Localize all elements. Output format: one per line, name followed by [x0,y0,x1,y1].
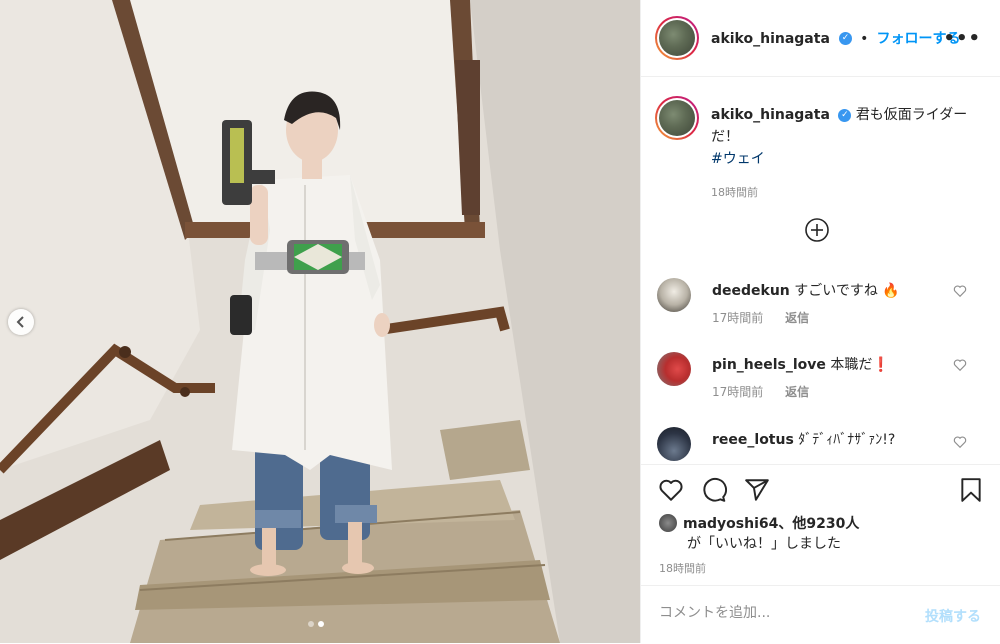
comment-text: 本職だ❗ [830,357,890,373]
carousel-indicator [308,621,324,627]
commenter-avatar[interactable] [657,427,691,461]
more-options-icon[interactable]: ••• [943,28,981,49]
comment-time: 17時間前 [712,311,764,325]
commenter-avatar[interactable] [657,352,691,386]
comment-item: reee_lotus ﾀﾞﾃﾞｨﾊﾞﾅｻﾞｧﾝ!? [657,427,987,463]
carousel-dot [308,621,314,627]
post-time: 18時間前 [659,562,706,575]
author-username[interactable]: akiko_hinagata [711,31,830,47]
comment-form: 投稿する [641,585,1000,644]
caption-hashtag[interactable]: #ウェイ [711,151,765,167]
caption-avatar[interactable] [655,96,699,140]
post-side-panel: akiko_hinagata ✓ • フォローする ••• akiko_hina… [640,0,1000,643]
comment-meta: 17時間前 返信 [712,309,809,326]
reply-button[interactable]: 返信 [785,385,809,399]
post-photo[interactable] [0,0,640,643]
comment-body: deedekun すごいですね 🔥 [712,280,900,300]
carousel-dot-active [318,621,324,627]
heart-icon[interactable] [658,477,684,503]
liker-username[interactable]: madyoshi64 [683,516,778,532]
photo-illustration [0,0,640,643]
chevron-left-icon [16,316,24,328]
likes-separator: 、 [778,516,793,532]
header-separator: • [860,31,869,47]
liker-avatar[interactable] [659,514,677,532]
paper-plane-icon[interactable] [744,477,770,503]
carousel-prev-button[interactable] [8,309,34,335]
comment-input[interactable] [657,604,901,622]
comment-meta: 17時間前 返信 [712,383,809,400]
commenter-username[interactable]: pin_heels_love [712,357,826,373]
comment-text: ﾀﾞﾃﾞｨﾊﾞﾅｻﾞｧﾝ!? [798,432,896,448]
commenter-avatar[interactable] [657,278,691,312]
load-more-comments-button[interactable] [805,218,829,242]
author-avatar[interactable] [655,16,699,60]
caption-time: 18時間前 [711,186,758,199]
comment-body: pin_heels_love 本職だ❗ [712,354,890,374]
verified-badge-icon: ✓ [838,108,852,122]
caption-body: akiko_hinagata ✓ 君も仮面ライダーだ！ #ウェイ 18時間前 [711,104,971,204]
caption-username[interactable]: akiko_hinagata [711,107,830,123]
reply-button[interactable]: 返信 [785,311,809,325]
comment-icon[interactable] [701,477,727,503]
post-header: akiko_hinagata ✓ • フォローする ••• [641,0,1000,77]
heart-icon[interactable] [953,284,967,298]
post-comment-button[interactable]: 投稿する [925,606,981,626]
commenter-username[interactable]: deedekun [712,283,790,299]
action-bar [641,464,1000,502]
commenter-username[interactable]: reee_lotus [712,432,794,448]
heart-icon[interactable] [953,358,967,372]
comment-time: 17時間前 [712,385,764,399]
heart-icon[interactable] [953,435,967,449]
comment-text: すごいですね 🔥 [794,283,900,299]
likes-suffix: が「いいね！」しました [687,536,841,552]
bookmark-icon[interactable] [958,477,984,503]
verified-badge-icon: ✓ [839,32,852,45]
comment-body: reee_lotus ﾀﾞﾃﾞｨﾊﾞﾅｻﾞｧﾝ!? [712,429,895,449]
likes-count[interactable]: 他9230人 [792,516,859,532]
